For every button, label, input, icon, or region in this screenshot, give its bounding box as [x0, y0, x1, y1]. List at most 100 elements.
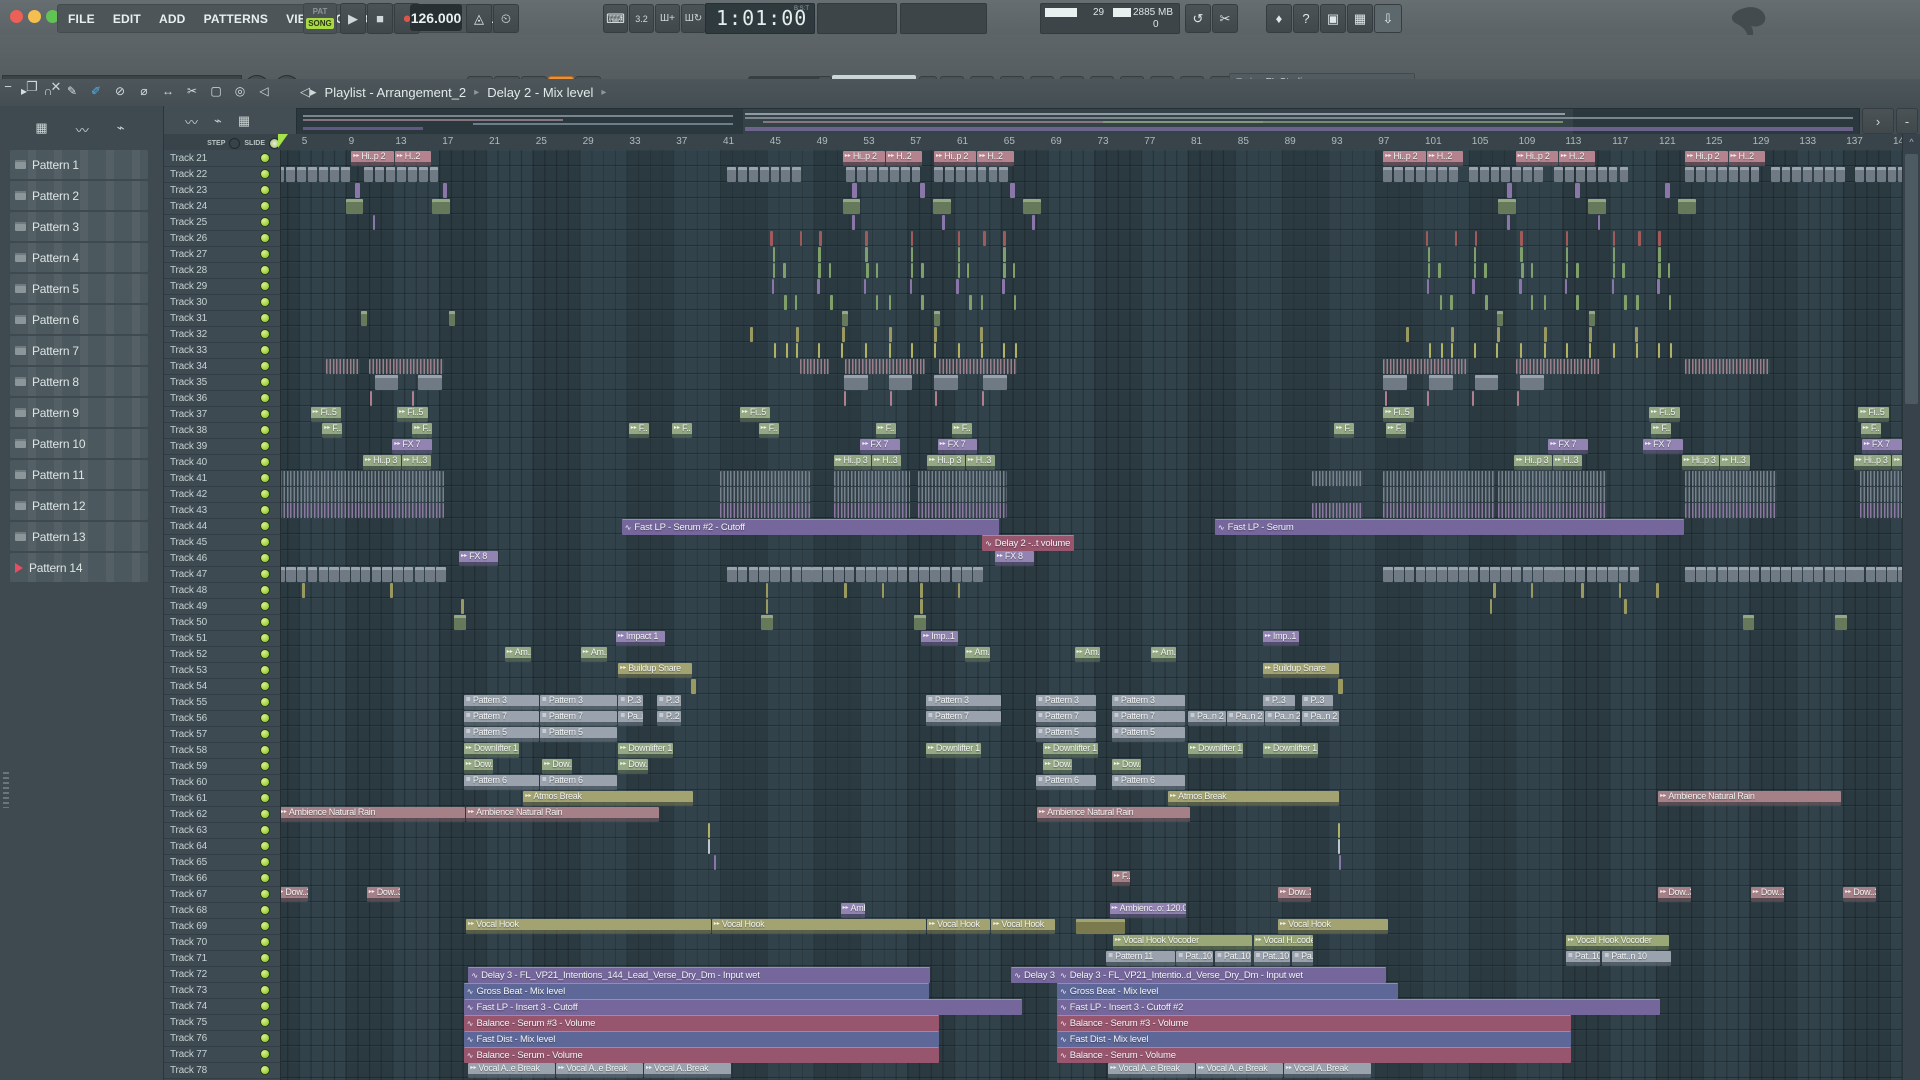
tick-clip[interactable] — [1530, 294, 1534, 310]
mini-audio-clip[interactable] — [1835, 614, 1847, 630]
mini-audio-clip[interactable] — [1835, 166, 1845, 182]
audio-clip[interactable]: ▸▸ FX 8 — [459, 550, 498, 566]
audio-clip[interactable]: ▸▸ Vocal Hook — [466, 918, 711, 934]
mini-audio-clip[interactable] — [297, 166, 307, 182]
mini-audio-clip[interactable] — [345, 198, 364, 214]
mini-audio-clip[interactable] — [1437, 166, 1447, 182]
wait-for-input-button[interactable]: ⏲ — [493, 4, 519, 33]
tick-clip[interactable] — [889, 390, 892, 406]
mini-audio-clip[interactable] — [1887, 566, 1897, 582]
track-row-73[interactable]: Track 73 — [163, 982, 280, 999]
tick-clip[interactable] — [979, 326, 983, 342]
audio-clip[interactable]: ▸▸H..3 — [1720, 454, 1750, 470]
draw-icon[interactable]: ✎ — [62, 84, 82, 98]
mini-audio-clip[interactable] — [397, 166, 406, 182]
track-row-49[interactable]: Track 49 — [163, 598, 280, 615]
tick-clip[interactable] — [1472, 390, 1475, 406]
mini-audio-clip[interactable] — [897, 566, 908, 582]
mini-audio-clip[interactable] — [1707, 166, 1716, 182]
track-mute-led[interactable] — [260, 361, 270, 371]
audio-clip[interactable]: ▸▸H..3 — [401, 454, 432, 470]
tick-clip[interactable] — [1439, 294, 1442, 310]
audio-clip[interactable]: ▸▸Am..1 — [580, 646, 607, 662]
tick-clip[interactable] — [796, 326, 800, 342]
audio-clip[interactable]: ▸▸ FX 7 — [392, 438, 433, 454]
mini-audio-clip[interactable] — [911, 166, 921, 182]
audio-clip[interactable]: ▸▸ Vocal A..e Break — [1108, 1062, 1196, 1078]
striped-clip[interactable] — [720, 486, 811, 502]
pattern-item-14[interactable]: Pattern 14 — [10, 553, 148, 582]
pattern-clip[interactable]: ≣ Pattern 3 — [1035, 694, 1096, 710]
track-mute-led[interactable] — [260, 489, 270, 499]
striped-clip[interactable] — [720, 470, 811, 486]
track-row-72[interactable]: Track 72 — [163, 966, 280, 983]
tick-clip[interactable] — [969, 294, 972, 310]
audio-clip[interactable]: ▸▸F.. — [412, 422, 433, 438]
audio-clip[interactable]: ▸▸ Imp..1 — [1262, 630, 1300, 646]
mini-audio-clip[interactable] — [1854, 166, 1864, 182]
pat-song-toggle[interactable]: PAT SONG — [303, 3, 337, 34]
tick-clip[interactable] — [830, 294, 833, 310]
tick-clip[interactable] — [1520, 342, 1523, 358]
audio-clip[interactable]: ▸▸Dow..2 — [1111, 758, 1142, 774]
tick-clip[interactable] — [1426, 278, 1430, 294]
striped-clip[interactable] — [938, 358, 1018, 374]
mini-audio-clip[interactable] — [1565, 166, 1574, 182]
striped-clip[interactable] — [1498, 470, 1607, 486]
tick-clip[interactable] — [920, 582, 923, 598]
track-mute-led[interactable] — [260, 633, 270, 643]
track-mute-led[interactable] — [260, 1017, 270, 1027]
track-row-50[interactable]: Track 50 — [163, 614, 280, 631]
mini-audio-clip[interactable] — [1416, 166, 1425, 182]
track-row-63[interactable]: Track 63 — [163, 822, 280, 839]
automation-clip[interactable]: ∿ Gross Beat - Mix level — [1057, 982, 1398, 999]
striped-clip[interactable] — [1685, 470, 1777, 486]
tick-clip[interactable] — [982, 390, 985, 406]
mini-audio-clip[interactable] — [866, 566, 876, 582]
audio-clip[interactable]: ▸▸H..3 — [965, 454, 996, 470]
tick-clip[interactable] — [1658, 342, 1661, 358]
pattern-clip[interactable]: ≣Pa..n 2 — [1188, 710, 1226, 726]
audio-clip[interactable]: ▸▸ Vocal A..Break — [1283, 1062, 1371, 1078]
automation-clip[interactable]: ∿ Fast Dist - Mix level — [463, 1030, 940, 1047]
undo-button[interactable]: ↺ — [1185, 4, 1211, 33]
tick-clip[interactable] — [1576, 294, 1579, 310]
tick-clip[interactable] — [1516, 390, 1519, 406]
tick-clip[interactable] — [921, 262, 924, 278]
tick-clip[interactable] — [1656, 582, 1659, 598]
mini-audio-clip[interactable] — [360, 566, 371, 582]
tick-clip[interactable] — [714, 854, 717, 870]
tick-clip[interactable] — [956, 278, 959, 294]
mini-audio-clip[interactable] — [934, 310, 941, 326]
mini-audio-clip[interactable] — [407, 166, 417, 182]
stop-button[interactable]: ■ — [367, 3, 393, 34]
track-row-22[interactable]: Track 22 — [163, 166, 280, 183]
track-row-67[interactable]: Track 67 — [163, 886, 280, 903]
pattern-clip[interactable]: ≣ Pattern 5 — [1111, 726, 1185, 742]
mini-audio-clip[interactable] — [1394, 166, 1404, 182]
audio-clip[interactable]: ▸▸ Downlifter 1 — [463, 742, 519, 758]
tick-clip[interactable] — [1612, 230, 1616, 246]
automation-clip[interactable]: ∿ Fast LP - Insert 3 - Cutoff #2 — [1057, 998, 1660, 1015]
tick-clip[interactable] — [888, 326, 892, 342]
mini-audio-clip[interactable] — [1448, 166, 1458, 182]
tick-clip[interactable] — [770, 230, 773, 246]
mini-audio-clip[interactable] — [919, 566, 929, 582]
mini-audio-clip[interactable] — [1760, 566, 1771, 582]
track-row-47[interactable]: Track 47 — [163, 566, 280, 583]
mini-audio-clip[interactable] — [1854, 566, 1865, 582]
track-mute-led[interactable] — [260, 889, 270, 899]
audio-clip[interactable]: ▸▸ Fi..5 — [310, 406, 342, 422]
mini-audio-clip[interactable] — [792, 166, 802, 182]
audio-clip[interactable]: ▸▸F.. — [322, 422, 343, 438]
audio-clip[interactable]: ▸▸ Downlifter 1 — [618, 742, 674, 758]
tick-clip[interactable] — [1337, 678, 1343, 694]
tick-clip[interactable] — [461, 598, 464, 614]
mini-audio-clip[interactable] — [1474, 374, 1499, 390]
tick-clip[interactable] — [1670, 342, 1672, 358]
audio-clip[interactable]: ▸▸Dow..3 — [366, 886, 400, 902]
track-mute-led[interactable] — [260, 857, 270, 867]
mini-audio-clip[interactable] — [1739, 566, 1749, 582]
pattern-clip[interactable]: ≣Pa.. — [1292, 950, 1314, 966]
pattern-clip[interactable]: ≣ Pattern 5 — [539, 726, 618, 742]
